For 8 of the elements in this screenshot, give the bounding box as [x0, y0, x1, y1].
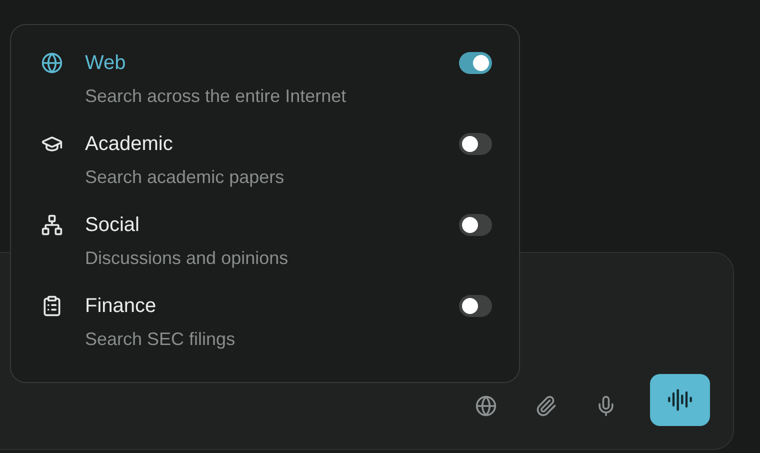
source-title: Finance — [85, 294, 158, 318]
source-description: Search across the entire Internet — [85, 86, 348, 106]
source-description: Search SEC filings — [85, 328, 236, 350]
source-title: Academic — [85, 132, 174, 156]
source-title: Web — [85, 52, 127, 74]
source-description: Search academic papers — [85, 166, 286, 188]
source-description: Discussions and opinions — [85, 248, 290, 268]
source-title: Social — [85, 214, 140, 236]
